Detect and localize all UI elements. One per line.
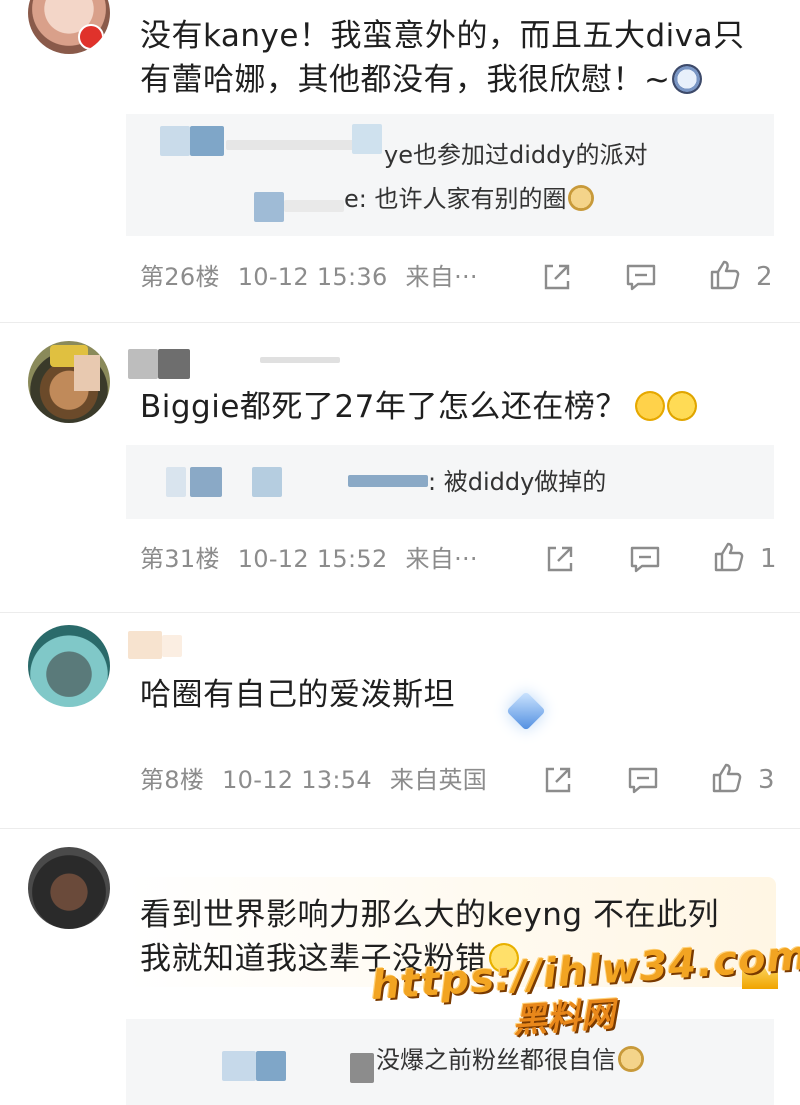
source-location: 来自···	[405, 545, 478, 573]
dizzy-face-emoji-icon	[672, 64, 703, 94]
comment-text-content: Biggie都死了27年了怎么还在榜？	[140, 389, 627, 425]
username-blur	[352, 124, 382, 154]
username-blur	[284, 200, 344, 212]
floor-number: 第31楼	[140, 545, 220, 573]
share-icon	[544, 264, 570, 290]
username-blur	[128, 349, 158, 379]
reply-text: : 被diddy做掉的	[428, 468, 607, 496]
username-blur	[160, 126, 190, 156]
source-location: 来自···	[405, 263, 478, 291]
reply-text-content: e: 也许人家有别的圈	[344, 185, 567, 213]
thumbs-up-icon	[710, 260, 740, 290]
comment-text-content: 没有kanye！我蛮意外的，而且五大diva只有蕾哈娜，其他都没有，我很欣慰！~	[140, 18, 745, 98]
username-blur	[252, 467, 282, 497]
like-button[interactable]	[712, 540, 746, 574]
comment-text: Biggie都死了27年了怎么还在榜？	[140, 385, 770, 429]
username-blur	[190, 467, 222, 497]
timestamp: 10-12 15:52	[237, 545, 388, 573]
comment-item: Biggie都死了27年了怎么还在榜？ : 被diddy做掉的 第31楼 10-…	[0, 323, 800, 613]
reply-button[interactable]	[626, 763, 660, 797]
username-blur	[158, 349, 190, 379]
comment-icon	[628, 767, 658, 794]
floor-number: 第26楼	[140, 263, 220, 291]
avatar[interactable]	[28, 341, 110, 423]
comment-meta: 第26楼 10-12 15:36 来自···	[140, 262, 478, 292]
comment-meta: 第31楼 10-12 15:52 来自···	[140, 544, 478, 574]
comment-meta: 第8楼 10-12 13:54 来自英国	[140, 765, 487, 795]
reply-box[interactable]: ye也参加过diddy的派对 e: 也许人家有别的圈	[126, 114, 774, 236]
comment-item: 没有kanye！我蛮意外的，而且五大diva只有蕾哈娜，其他都没有，我很欣慰！~…	[0, 0, 800, 320]
avatar[interactable]	[28, 0, 110, 54]
share-icon	[545, 767, 571, 793]
username-blur	[260, 357, 340, 363]
username-blur	[128, 631, 162, 659]
like-button[interactable]	[710, 761, 744, 795]
share-button[interactable]	[541, 763, 575, 797]
username-blur	[166, 467, 186, 497]
username-blur	[254, 192, 284, 222]
username-blur	[350, 1053, 374, 1083]
thumbs-up-icon	[714, 542, 744, 572]
comment-icon	[626, 264, 656, 291]
floor-number: 第8楼	[140, 766, 205, 794]
share-icon	[547, 546, 573, 572]
laughing-crying-emoji-icon	[634, 391, 665, 421]
reply-text: e: 也许人家有别的圈	[344, 182, 595, 216]
username-blur	[190, 126, 224, 156]
comment-text-line: 看到世界影响力那么大的keyng 不在此列	[140, 897, 719, 933]
like-count: 3	[758, 765, 775, 795]
doge-emoji-icon	[568, 185, 595, 211]
like-count: 2	[756, 262, 773, 292]
like-button[interactable]	[708, 258, 742, 292]
avatar[interactable]	[28, 847, 110, 929]
thumbs-up-icon	[712, 763, 742, 793]
reply-text-content: 没爆之前粉丝都很自信	[376, 1046, 616, 1074]
comment-text-content: 哈圈有自己的爱泼斯坦	[140, 677, 455, 713]
timestamp: 10-12 15:36	[237, 263, 388, 291]
like-count: 1	[760, 544, 777, 574]
sweat-smile-emoji-icon	[666, 391, 697, 421]
reply-button[interactable]	[624, 260, 658, 294]
reply-button[interactable]	[628, 542, 662, 576]
source-location: 来自英国	[389, 766, 488, 794]
username-blur	[256, 1051, 286, 1081]
reply-box[interactable]: : 被diddy做掉的	[126, 445, 774, 519]
timestamp: 10-12 13:54	[222, 766, 372, 794]
comment-text: 没有kanye！我蛮意外的，而且五大diva只有蕾哈娜，其他都没有，我很欣慰！~	[140, 14, 770, 102]
username-blur	[226, 140, 356, 150]
share-button[interactable]	[543, 542, 577, 576]
doge-emoji-icon	[618, 1046, 644, 1072]
username-blur	[162, 635, 182, 657]
comment-icon	[630, 546, 660, 573]
comment-text: 哈圈有自己的爱泼斯坦	[140, 673, 770, 717]
verified-badge-icon	[78, 24, 104, 50]
username-blur	[222, 1051, 256, 1081]
username-blur	[348, 475, 428, 487]
share-button[interactable]	[540, 260, 574, 294]
reply-text: ye也参加过diddy的派对	[384, 141, 648, 169]
comment-item: 哈圈有自己的爱泼斯坦 第8楼 10-12 13:54 来自英国 3	[0, 613, 800, 828]
avatar[interactable]	[28, 625, 110, 707]
